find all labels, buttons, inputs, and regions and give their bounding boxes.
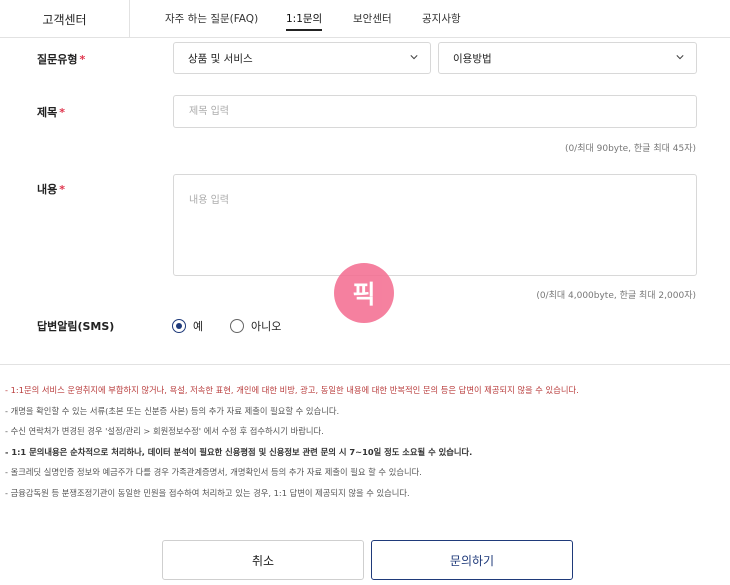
sms-yes-radio[interactable]: 예 bbox=[172, 318, 203, 334]
title-input[interactable]: 제목 입력 bbox=[173, 95, 697, 128]
content-byte-counter: (0/최대 4,000byte, 한글 최대 2,000자) bbox=[536, 291, 696, 301]
tab-faq[interactable]: 자주 하는 질문(FAQ) bbox=[165, 11, 258, 26]
sms-no-radio[interactable]: 아니오 bbox=[230, 318, 281, 334]
required-mark: * bbox=[59, 106, 66, 119]
question-type-select-secondary[interactable]: 이용방법 bbox=[438, 42, 697, 74]
radio-unchecked-icon bbox=[230, 319, 244, 333]
required-mark: * bbox=[59, 183, 66, 196]
pick-badge: 픽 bbox=[334, 263, 394, 323]
title-byte-counter: (0/최대 90byte, 한글 최대 45자) bbox=[564, 144, 696, 154]
top-nav: 고객센터 자주 하는 질문(FAQ) 1:1문의 보안센터 공지사항 bbox=[0, 0, 730, 38]
content-label: 내용 * bbox=[37, 183, 66, 196]
nav-home-customer-center[interactable]: 고객센터 bbox=[0, 0, 130, 38]
tab-notices[interactable]: 공지사항 bbox=[422, 11, 461, 26]
notice-item: 1:1문의 서비스 운영취지에 부합하지 않거나, 욕설, 저속한 표현, 개인… bbox=[5, 380, 725, 401]
radio-checked-icon bbox=[172, 319, 186, 333]
cancel-button[interactable]: 취소 bbox=[162, 540, 364, 580]
chevron-down-icon bbox=[410, 55, 418, 60]
notice-item: 수신 연락처가 변경된 경우 '설정/관리 > 회원정보수정' 에서 수정 후 … bbox=[5, 421, 725, 442]
notice-item: 1:1 문의내용은 순차적으로 처리하나, 데이터 분석이 필요한 신용평점 및… bbox=[5, 442, 725, 463]
section-divider bbox=[0, 364, 730, 365]
title-label: 제목 * bbox=[37, 106, 66, 119]
notice-list: 1:1문의 서비스 운영취지에 부합하지 않거나, 욕설, 저속한 표현, 개인… bbox=[5, 380, 725, 503]
tab-one-to-one-inquiry[interactable]: 1:1문의 bbox=[286, 11, 323, 31]
required-mark: * bbox=[79, 53, 86, 66]
notice-item: 개명을 확인할 수 있는 서류(초본 또는 신분증 사본) 등의 추가 자료 제… bbox=[5, 401, 725, 422]
chevron-down-icon bbox=[676, 55, 684, 60]
sms-notification-label: 답변알림(SMS) bbox=[37, 320, 115, 333]
question-type-select-primary[interactable]: 상품 및 서비스 bbox=[173, 42, 431, 74]
notice-item: 올크레딧 실명인증 정보와 예금주가 다를 경우 가족관계증명서, 개명확인서 … bbox=[5, 462, 725, 483]
question-type-label: 질문유형 * bbox=[37, 53, 86, 66]
tab-security-center[interactable]: 보안센터 bbox=[353, 11, 392, 26]
notice-item: 금융감독원 등 분쟁조정기관이 동일한 민원을 접수하여 처리하고 있는 경우,… bbox=[5, 483, 725, 504]
submit-inquiry-button[interactable]: 문의하기 bbox=[371, 540, 573, 580]
content-textarea[interactable]: 내용 입력 bbox=[173, 174, 697, 276]
